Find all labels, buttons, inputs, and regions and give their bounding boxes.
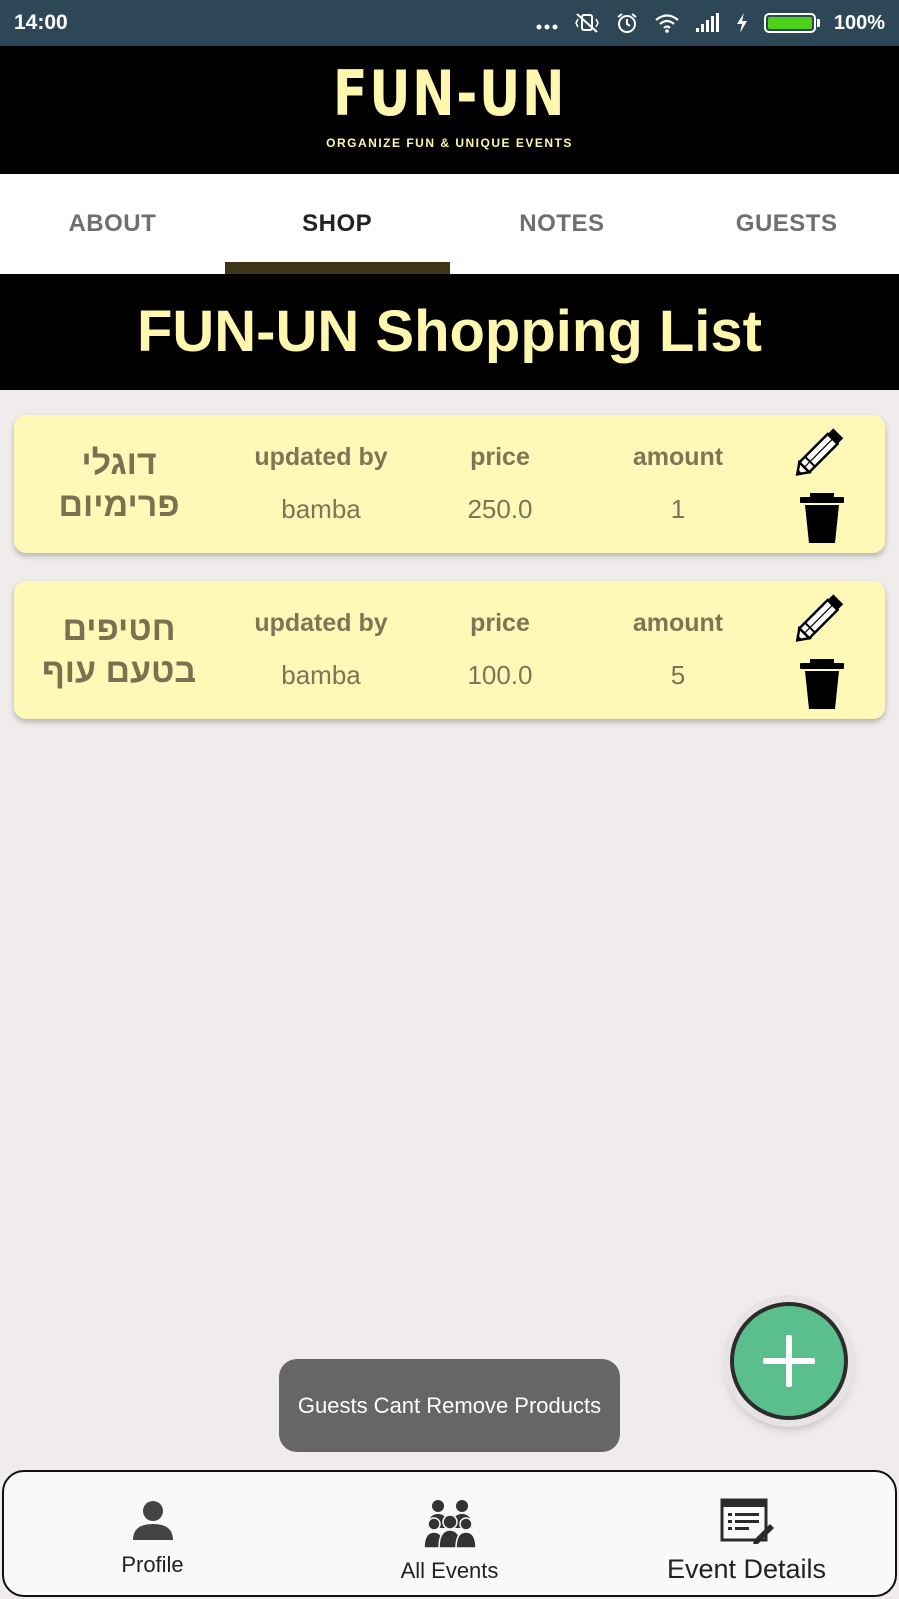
tab-guests[interactable]: GUESTS xyxy=(674,174,899,274)
amount-label: amount xyxy=(632,443,724,471)
product-name-line2: בטעם עוף xyxy=(41,652,197,690)
edit-pencil-icon[interactable] xyxy=(792,589,852,645)
product-name-line2: פרימיום xyxy=(58,486,180,524)
price-label: price xyxy=(470,609,530,637)
tab-notes[interactable]: NOTES xyxy=(450,174,675,274)
alarm-icon xyxy=(617,13,637,33)
signal-icon xyxy=(695,13,719,32)
nav-event-details[interactable]: Event Details xyxy=(598,1472,895,1595)
updated-by-value: bamba xyxy=(281,660,361,690)
amount-column: amount 5 xyxy=(588,609,768,691)
active-tab-indicator xyxy=(225,262,450,274)
status-icons: 100% xyxy=(534,12,885,35)
delete-trash-icon[interactable] xyxy=(792,655,852,711)
product-card: דוגלי פרימיום updated by bamba price 250… xyxy=(14,415,885,553)
battery-percent: 100% xyxy=(833,11,885,34)
updated-by-value: bamba xyxy=(281,494,361,524)
delete-trash-icon[interactable] xyxy=(792,489,852,545)
price-value: 100.0 xyxy=(467,660,533,690)
updated-by-label: updated by xyxy=(254,443,388,471)
amount-value: 1 xyxy=(670,494,686,524)
product-name: חטיפים בטעם עוף xyxy=(14,581,224,719)
price-column: price 250.0 xyxy=(410,443,590,525)
app-logo: FUN-UN xyxy=(332,57,567,130)
price-value: 250.0 xyxy=(467,494,533,524)
bottom-nav: Profile All Events Event Details xyxy=(2,1470,897,1597)
nav-event-details-label: Event Details xyxy=(666,1554,827,1584)
tab-about[interactable]: ABOUT xyxy=(0,174,225,274)
tab-bar: ABOUT SHOP NOTES GUESTS xyxy=(0,174,899,274)
product-name-line1: דוגלי xyxy=(81,444,157,482)
price-label: price xyxy=(470,443,530,471)
product-name-line1: חטיפים xyxy=(62,610,176,648)
page-title: FUN-UN Shopping List xyxy=(0,274,899,390)
updated-by-label: updated by xyxy=(254,609,388,637)
charging-icon xyxy=(736,13,747,33)
mute-vibrate-icon xyxy=(575,13,599,33)
plus-icon xyxy=(763,1335,815,1387)
event-details-icon xyxy=(720,1498,774,1544)
battery-icon xyxy=(763,13,820,33)
amount-value: 5 xyxy=(670,660,686,690)
nav-profile[interactable]: Profile xyxy=(4,1472,301,1595)
nav-all-events-label: All Events xyxy=(400,1558,499,1583)
amount-column: amount 1 xyxy=(588,443,768,525)
person-icon xyxy=(132,1501,173,1540)
app-tagline: ORGANIZE FUN & UNIQUE EVENTS xyxy=(326,136,573,150)
app-header: FUN-UN ORGANIZE FUN & UNIQUE EVENTS xyxy=(0,46,899,174)
status-time: 14:00 xyxy=(14,11,68,34)
updated-by-column: updated by bamba xyxy=(231,609,411,691)
wifi-icon xyxy=(655,14,679,33)
price-column: price 100.0 xyxy=(410,609,590,691)
group-icon xyxy=(422,1500,477,1548)
status-bar: 14:00 100% xyxy=(0,0,899,46)
amount-label: amount xyxy=(632,609,724,637)
toast-message: Guests Cant Remove Products xyxy=(279,1359,620,1452)
add-product-button[interactable] xyxy=(730,1302,848,1420)
product-name: דוגלי פרימיום xyxy=(14,415,224,553)
product-card: חטיפים בטעם עוף updated by bamba price 1… xyxy=(14,581,885,719)
updated-by-column: updated by bamba xyxy=(231,443,411,525)
tab-shop[interactable]: SHOP xyxy=(225,174,450,274)
edit-pencil-icon[interactable] xyxy=(792,423,852,479)
nav-profile-label: Profile xyxy=(121,1552,184,1577)
nav-all-events[interactable]: All Events xyxy=(301,1472,598,1595)
more-dots-icon xyxy=(536,24,558,30)
